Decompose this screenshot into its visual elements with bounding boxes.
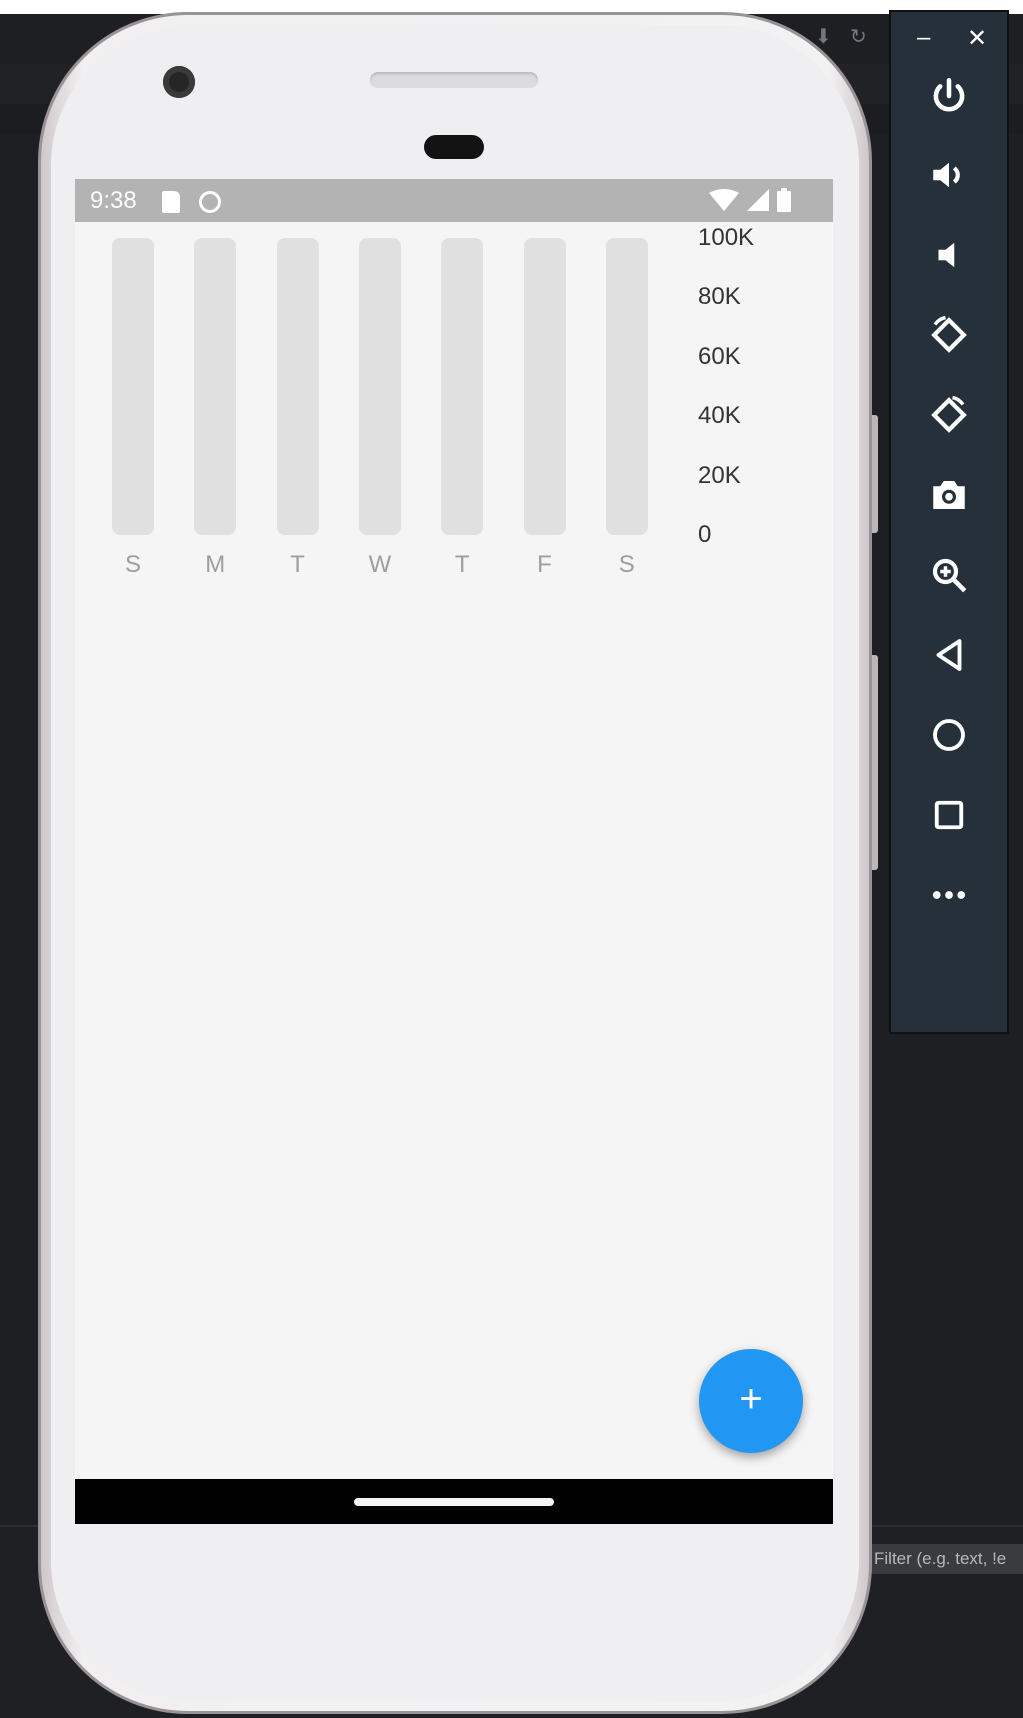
x-tick-label: M (205, 551, 226, 578)
camera-icon (933, 481, 965, 509)
more-button[interactable] (921, 867, 977, 923)
wifi-icon (709, 189, 739, 211)
home-button[interactable] (921, 707, 977, 763)
rotate-right-icon (931, 395, 967, 433)
bar-track (523, 238, 566, 535)
zoom-icon (932, 558, 967, 593)
volume-down-button[interactable] (921, 227, 977, 283)
back-button[interactable] (921, 627, 977, 683)
bar-track (605, 238, 648, 535)
overview-icon (934, 800, 964, 830)
more-icon (932, 891, 966, 899)
status-right-icons (709, 187, 791, 213)
battery-icon (777, 188, 791, 212)
y-tick-label: 60K (698, 342, 741, 370)
rotate-left-button[interactable] (921, 307, 977, 363)
bar-track (358, 238, 401, 535)
device-screen: 9:38 S M T W T F S 100K 80K 60K 40K 20K 0 + (75, 179, 833, 1524)
signal-icon (747, 189, 769, 211)
home-icon (933, 719, 965, 751)
run-icon[interactable]: ⬇ (815, 24, 832, 49)
x-tick-label: S (618, 551, 635, 578)
sync-icon (199, 191, 221, 213)
overview-button[interactable] (921, 787, 977, 843)
sd-card-icon (162, 191, 180, 213)
screenshot-button[interactable] (921, 467, 977, 523)
emulator-window-controls: – ✕ (891, 24, 1007, 54)
x-tick-label: F (537, 551, 552, 578)
refresh-icon[interactable]: ↻ (850, 24, 867, 49)
add-button[interactable]: + (699, 1349, 803, 1453)
status-bar: 9:38 (75, 179, 833, 222)
x-tick-label: S (124, 551, 141, 578)
earpiece-speaker (370, 72, 538, 88)
rotate-left-icon (931, 315, 967, 353)
close-button[interactable]: ✕ (967, 24, 987, 53)
logcat-filter-input[interactable]: Filter (e.g. text, !e (868, 1544, 1023, 1574)
minimize-button[interactable]: – (917, 24, 930, 52)
emulator-toolbar: – ✕ (889, 10, 1009, 1034)
x-tick-label: T (454, 551, 470, 578)
back-icon (936, 639, 962, 671)
bar-track (112, 238, 154, 535)
status-time: 9:38 (90, 187, 137, 214)
zoom-button[interactable] (921, 547, 977, 603)
volume-down-icon (938, 242, 955, 268)
y-tick-label: 20K (698, 461, 741, 489)
bar-track (441, 238, 484, 535)
front-camera (163, 66, 195, 98)
x-tick-label: T (290, 551, 305, 578)
home-gesture-handle[interactable] (354, 1498, 554, 1506)
x-tick-label: W (368, 551, 392, 578)
y-tick-label: 0 (698, 521, 712, 548)
y-tick-label: 100K (698, 224, 755, 251)
navigation-bar (75, 1479, 833, 1524)
y-tick-label: 80K (698, 283, 741, 311)
power-button[interactable] (921, 68, 977, 124)
weekly-bar-chart: S M T W T F S 100K 80K 60K 40K 20K 0 (75, 222, 833, 642)
volume-up-icon (933, 162, 960, 188)
rotate-right-button[interactable] (921, 387, 977, 443)
volume-up-button[interactable] (921, 147, 977, 203)
bar-track (194, 238, 237, 535)
proximity-sensor (424, 135, 484, 159)
bar-track (276, 238, 319, 535)
power-icon (933, 77, 965, 112)
y-tick-label: 40K (698, 402, 741, 430)
